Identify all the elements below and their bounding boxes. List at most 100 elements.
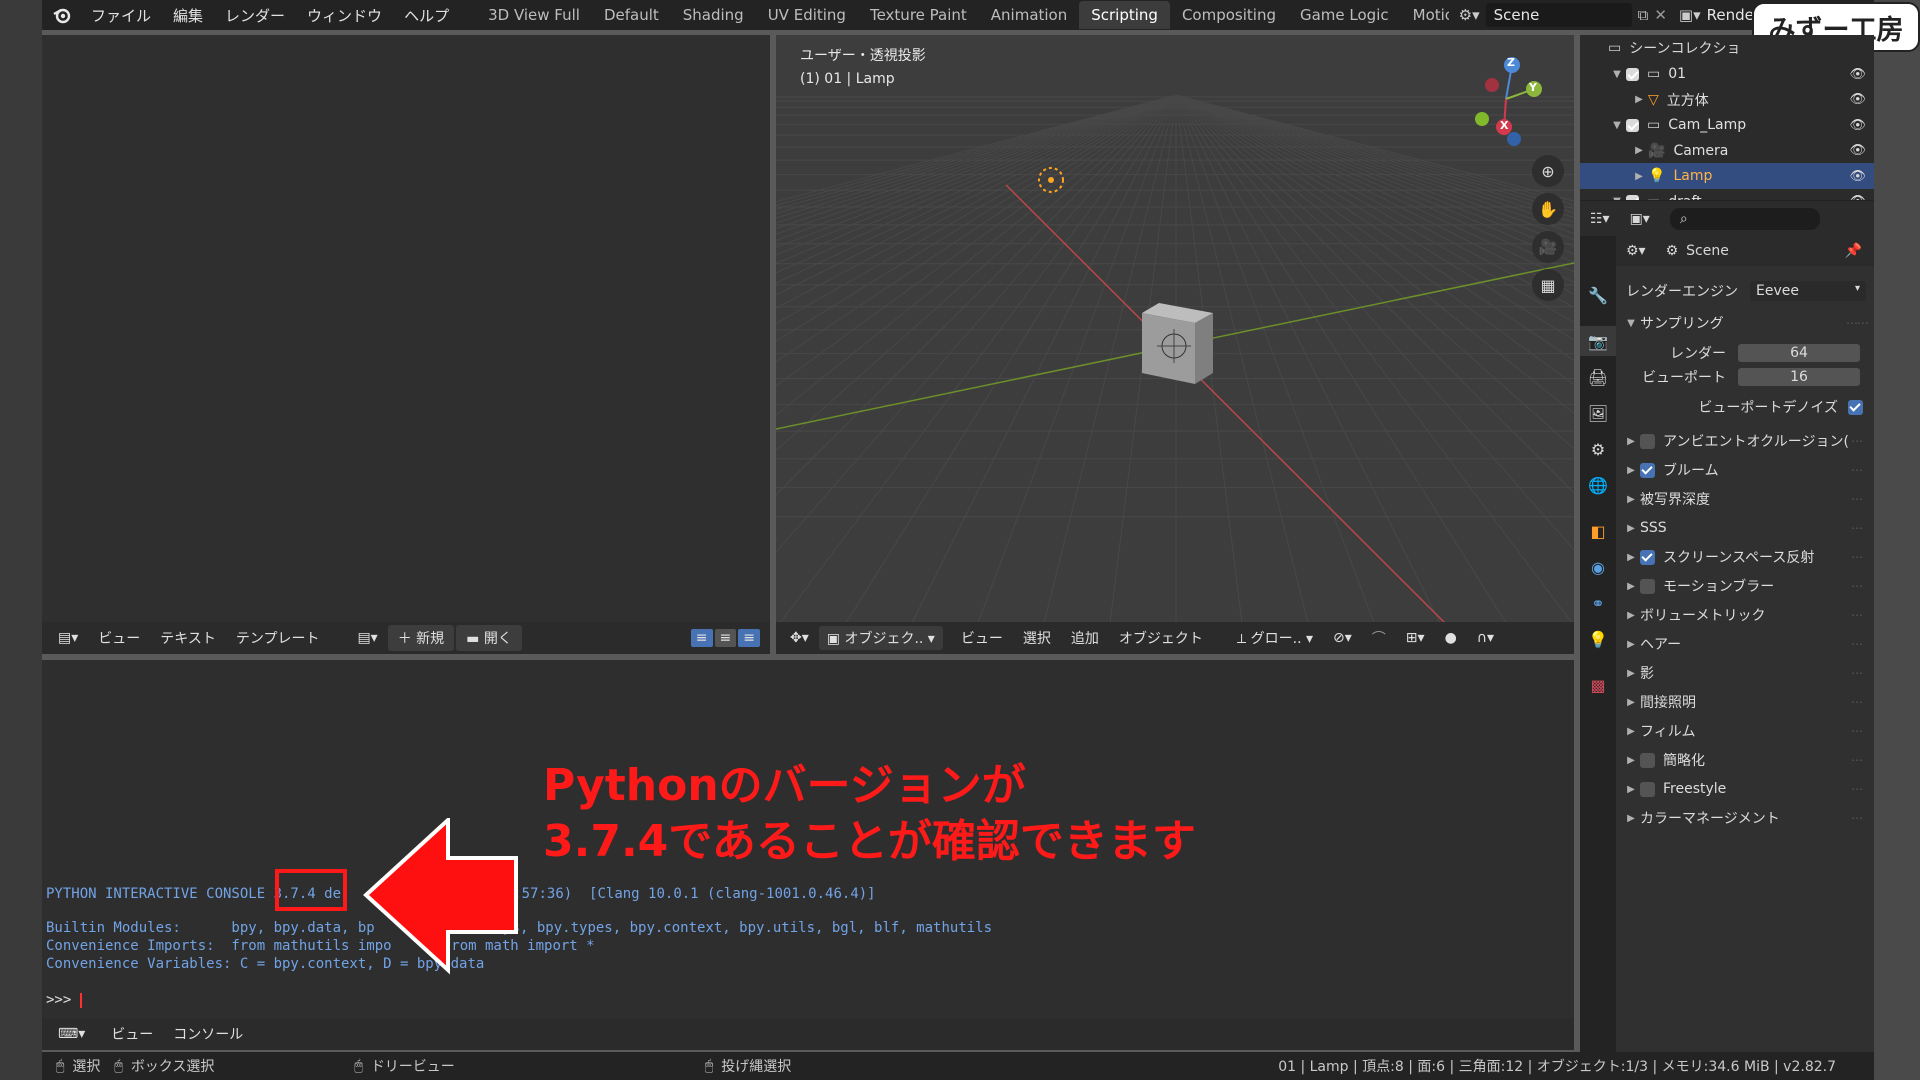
drag-handle-icon[interactable]: ⋯ (1851, 463, 1863, 477)
blender-logo-icon[interactable] (42, 6, 80, 25)
expand-toggle-icon[interactable]: ▶ (1622, 784, 1640, 795)
snap-target-icon[interactable]: ⊞▾ (1396, 630, 1435, 646)
ortho-toggle-icon[interactable]: ▦ (1532, 269, 1564, 301)
outliner-search-input[interactable]: ⌕ (1669, 207, 1820, 230)
menu-edit[interactable]: 編集 (162, 5, 214, 26)
subpanel-enable-checkbox[interactable] (1640, 433, 1655, 449)
snap-icon[interactable]: ⌒ (1362, 628, 1396, 648)
drag-handle-icon[interactable]: ⋯ (1851, 492, 1863, 506)
drag-handle-icon[interactable]: ⋯ (1851, 666, 1863, 680)
tab-game-logic[interactable]: Game Logic (1288, 1, 1401, 29)
outliner-item-lamp[interactable]: ▶ 💡 Lamp 👁 (1580, 163, 1874, 189)
properties-subpanel-header[interactable]: ▶ 簡略化 ⋯ (1616, 747, 1874, 773)
texture-tab-icon[interactable]: ▩ (1580, 670, 1616, 700)
expand-toggle-icon[interactable]: ▶ (1630, 145, 1648, 156)
subpanel-enable-checkbox[interactable] (1640, 752, 1655, 768)
expand-toggle-icon[interactable]: ▶ (1622, 813, 1640, 824)
world-tab-icon[interactable]: 🌐 (1580, 470, 1616, 500)
expand-toggle-icon[interactable]: ▶ (1622, 523, 1640, 534)
text-editor-area[interactable] (42, 35, 770, 622)
view-layer-tab-icon[interactable]: 🖼 (1580, 398, 1616, 428)
menu-viewport-view[interactable]: ビュー (951, 628, 1013, 648)
menu-viewport-add[interactable]: 追加 (1061, 628, 1109, 648)
properties-subpanel-header[interactable]: ▶ ブルーム ⋯ (1616, 457, 1874, 483)
outliner-item-draft[interactable]: ▼▭draft👁 (1580, 189, 1874, 200)
expand-toggle-icon[interactable]: ▼ (1608, 69, 1626, 80)
properties-subpanel-header[interactable]: ▶ アンビエントオクルージョン(⋯ (1616, 428, 1874, 454)
properties-subpanel-header[interactable]: ▶ フィルム ⋯ (1616, 718, 1874, 744)
tab-compositing[interactable]: Compositing (1170, 1, 1288, 29)
expand-toggle-icon[interactable]: ▶ (1622, 494, 1640, 505)
properties-subpanel-header[interactable]: ▶ ヘアー ⋯ (1616, 631, 1874, 657)
properties-subpanel-header[interactable]: ▶ カラーマネージメント ⋯ (1616, 805, 1874, 831)
drag-handle-icon[interactable]: ⋯ (1851, 724, 1863, 738)
collection-checkbox[interactable] (1626, 67, 1639, 81)
console-prompt[interactable]: >>> (46, 992, 82, 1008)
render-samples-field[interactable]: 64 (1738, 344, 1860, 362)
menu-window[interactable]: ウィンドウ (296, 5, 393, 26)
render-tab-icon[interactable]: 📷 (1580, 326, 1616, 356)
expand-toggle-icon[interactable]: ▶ (1630, 94, 1648, 105)
camera-view-icon[interactable]: 🎥 (1532, 231, 1564, 263)
menu-help[interactable]: ヘルプ (393, 5, 460, 26)
expand-toggle-icon[interactable]: ▶ (1622, 610, 1640, 621)
subpanel-enable-checkbox[interactable] (1640, 781, 1655, 797)
proportional-edit-icon[interactable]: ● (1435, 630, 1467, 646)
expand-toggle-icon[interactable]: ▶ (1622, 726, 1640, 737)
expand-toggle-icon[interactable]: ▶ (1622, 436, 1640, 447)
menu-text-text[interactable]: テキスト (150, 628, 226, 648)
properties-subpanel-header[interactable]: ▶ スクリーンスペース反射 ⋯ (1616, 544, 1874, 570)
expand-toggle-icon[interactable]: ▶ (1622, 552, 1640, 563)
output-tab-icon[interactable]: 🖨 (1580, 362, 1616, 392)
drag-handle-icon[interactable]: ⋯ (1851, 782, 1863, 796)
visibility-eye-icon[interactable]: 👁 (1849, 67, 1866, 82)
expand-toggle-icon[interactable]: ▶ (1622, 668, 1640, 679)
viewport-editor-type-icon[interactable]: ✥▾ (776, 630, 819, 646)
menu-render[interactable]: レンダー (214, 5, 296, 26)
properties-subpanel-header[interactable]: ▶ 影 ⋯ (1616, 660, 1874, 686)
falloff-icon[interactable]: ∩▾ (1467, 630, 1504, 646)
expand-toggle-icon[interactable]: ▶ (1622, 755, 1640, 766)
cube-object[interactable] (1142, 303, 1213, 384)
tool-tab-icon[interactable]: 🔧 (1580, 280, 1616, 310)
properties-subpanel-header[interactable]: ▶ SSS ⋯ (1616, 515, 1874, 541)
drag-handle-icon[interactable]: ⋯ (1851, 579, 1863, 593)
syntax-highlight-toggle-icon[interactable]: ≡ (738, 629, 760, 647)
drag-handle-icon[interactable]: ⋯ (1851, 521, 1863, 535)
new-scene-icon[interactable]: ⧉ (1638, 6, 1649, 24)
outliner-display-mode-icon[interactable]: ☷▾ (1580, 211, 1620, 227)
expand-toggle-icon[interactable]: ▶ (1630, 171, 1648, 182)
menu-text-view[interactable]: ビュー (88, 628, 150, 648)
tab-motion[interactable]: Motic (1401, 1, 1449, 29)
outliner-item-01[interactable]: ▼ ▭ 01 👁 (1580, 61, 1874, 87)
menu-console-view[interactable]: ビュー (101, 1024, 163, 1044)
transform-orientation-dropdown[interactable]: ⟂ グロー.. ▾ (1227, 628, 1323, 648)
drag-handle-icon[interactable]: ⋯ (1851, 550, 1863, 564)
menu-text-template[interactable]: テンプレート (226, 628, 330, 648)
visibility-eye-icon[interactable]: 👁 (1849, 143, 1866, 158)
outliner-filter-icon[interactable]: ▣▾ (1620, 211, 1660, 227)
modifier-tab-icon[interactable]: ◉ (1580, 552, 1616, 582)
line-numbers-toggle-icon[interactable]: ≡ (690, 629, 713, 647)
visibility-eye-icon[interactable]: 👁 (1849, 169, 1866, 184)
outliner-item--[interactable]: ▶ ▽ 立方体 👁 (1580, 87, 1874, 113)
subpanel-enable-checkbox[interactable] (1640, 462, 1655, 478)
console-editor-type-icon[interactable]: ⌨▾ (42, 1026, 95, 1042)
viewport-samples-field[interactable]: 16 (1738, 368, 1860, 386)
menu-viewport-select[interactable]: 選択 (1013, 628, 1061, 648)
constraint-tab-icon[interactable]: ⚭ (1580, 588, 1616, 618)
expand-toggle-icon[interactable]: ▶ (1622, 639, 1640, 650)
object-tab-icon[interactable]: ◧ (1580, 516, 1616, 546)
drag-handle-icon[interactable]: ⋯ (1851, 695, 1863, 709)
scene-name-field[interactable]: Scene (1485, 3, 1632, 27)
visibility-eye-icon[interactable]: 👁 (1849, 92, 1866, 107)
outliner-item-cam-lamp[interactable]: ▼ ▭ Cam_Lamp 👁 (1580, 112, 1874, 138)
properties-subpanel-header[interactable]: ▶ ボリューメトリック ⋯ (1616, 602, 1874, 628)
subpanel-enable-checkbox[interactable] (1640, 549, 1655, 565)
tab-animation[interactable]: Animation (979, 1, 1079, 29)
drag-handle-icon[interactable]: ⋯ (1851, 753, 1863, 767)
view-layer-icon[interactable]: ▣▾ (1679, 6, 1701, 24)
visibility-eye-icon[interactable]: 👁 (1849, 118, 1866, 133)
mode-dropdown[interactable]: ▣ オブジェク.. ▾ (818, 626, 943, 650)
tab-uv-editing[interactable]: UV Editing (756, 1, 858, 29)
